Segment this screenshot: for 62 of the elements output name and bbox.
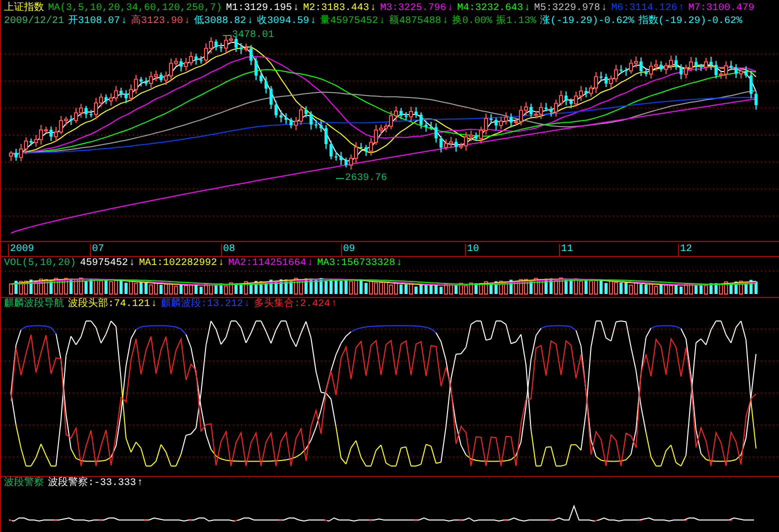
leader-line <box>223 35 231 36</box>
quote-value: 换0.00% <box>452 16 492 28</box>
indicator-value: 波段头部:74.121 <box>68 298 150 310</box>
quote-value: 量45975452 <box>320 16 378 28</box>
ma-value: M1:3129.195 <box>226 2 292 14</box>
quote-value: 低3088.82 <box>194 16 246 28</box>
volume-value: MA2:114251664 <box>228 258 306 270</box>
trend-arrow: ↓ <box>442 16 448 28</box>
axis-label: 11 <box>559 244 574 256</box>
ma-settings-label: MA(3,5,10,20,34,60,120,250,7) <box>48 2 222 14</box>
trend-arrow: ↑ <box>331 298 338 310</box>
volume-value: MA3:156733328 <box>317 258 396 270</box>
axis-label: 09 <box>341 244 356 256</box>
trend-arrow: ↓ <box>379 16 386 28</box>
indicator-value: 波段警察:-33.333 <box>48 478 136 490</box>
trend-arrow: ↓ <box>293 2 300 14</box>
indicator-name: 麒麟波段导航 <box>4 298 64 310</box>
trend-arrow: ↑ <box>137 478 144 490</box>
axis-label: 2009 <box>8 244 34 256</box>
ma-value: M2:3183.443 <box>303 2 370 14</box>
trend-arrow: ↓ <box>601 2 608 14</box>
leader-line <box>336 178 344 179</box>
trend-arrow: ↓ <box>218 258 224 270</box>
indicator-value: 多头集合:2.424 <box>254 298 330 310</box>
index-name: 上证指数 <box>4 2 44 14</box>
trend-arrow: ↑ <box>678 2 684 14</box>
ma-value: M3:3225.796 <box>380 2 446 14</box>
quote-value: 涨(-19.29)-0.62% <box>540 16 634 28</box>
axis-label: 10 <box>465 244 480 256</box>
price-annotation: 2639.76 <box>345 173 388 184</box>
trend-arrow: ↓ <box>244 298 250 310</box>
ma-value: M5:3229.978 <box>534 2 600 14</box>
axis-label: 07 <box>90 244 104 256</box>
trend-arrow: ↓ <box>121 16 128 28</box>
indicator-name: VOL(5,10,20) <box>4 258 76 270</box>
trend-arrow: ↓ <box>184 16 190 28</box>
price-annotation: 3478.01 <box>232 30 274 41</box>
quote-value: 指数(-19.29)-0.62% <box>638 16 742 28</box>
trend-arrow: ↓ <box>129 258 136 270</box>
axis-label: 08 <box>221 244 236 256</box>
indicator-name: 波段警察 <box>4 478 44 490</box>
trend-arrow: ↓ <box>396 258 402 270</box>
trend-arrow: ↓ <box>151 298 158 310</box>
quote-value: 振1.13% <box>496 16 536 28</box>
indicator-value: 麒麟波段:13.212 <box>161 298 244 310</box>
trend-arrow: ↓ <box>370 2 376 14</box>
quote-value: 收3094.59 <box>257 16 310 28</box>
volume-value: 45975452 <box>80 258 128 270</box>
ma-value: M6:3114.126 <box>611 2 678 14</box>
ma-value: M4:3232.643 <box>457 2 524 14</box>
volume-value: MA1:102282992 <box>139 258 218 270</box>
trend-arrow: ↓ <box>310 16 316 28</box>
trend-arrow: ↓ <box>307 258 314 270</box>
quote-value: 高3123.90 <box>131 16 184 28</box>
date-label: 2009/12/21 <box>4 16 64 28</box>
axis-label: 12 <box>678 244 692 256</box>
quote-value: 额4875488 <box>389 16 442 28</box>
trend-arrow: ↓ <box>524 2 530 14</box>
quote-value: 开3108.07 <box>68 16 120 28</box>
trend-arrow: ↓ <box>247 16 254 28</box>
ma-value: M7:3100.479 <box>688 2 754 14</box>
trend-arrow: ↓ <box>447 2 454 14</box>
